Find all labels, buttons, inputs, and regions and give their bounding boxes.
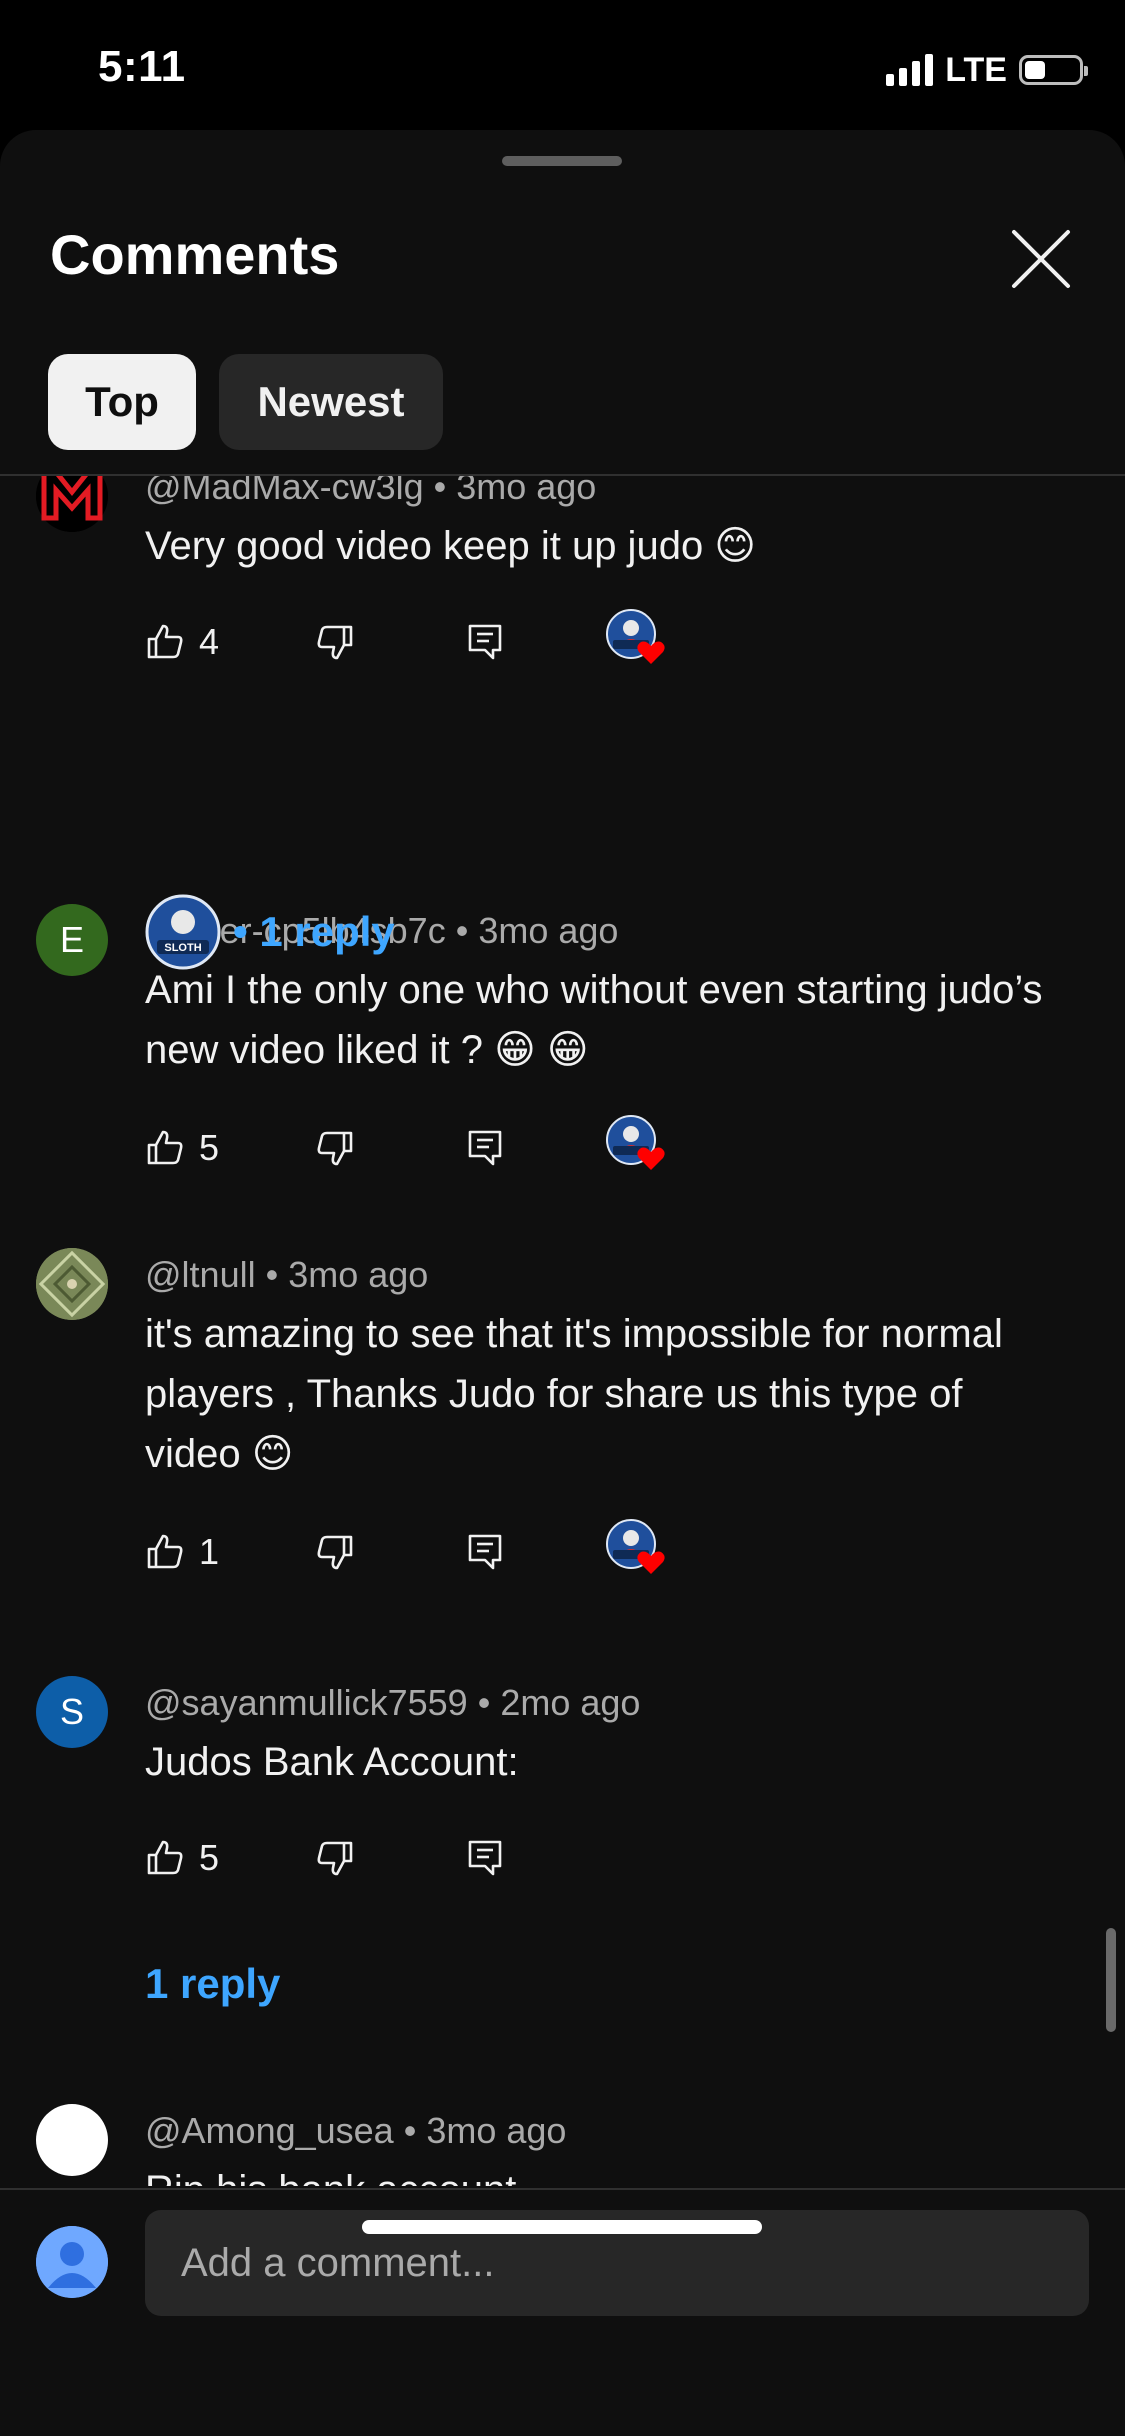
comment-meta: @Among_usea • 3mo ago xyxy=(145,2110,567,2151)
avatar[interactable] xyxy=(36,476,108,532)
creator-heart-icon xyxy=(606,609,665,664)
comment-time: 2mo ago xyxy=(500,1682,641,1723)
comment-author[interactable]: @Among_usea xyxy=(145,2110,394,2151)
comment-meta: @ltnull • 3mo ago xyxy=(145,1254,429,1295)
thumbs-down-icon xyxy=(317,1535,353,1570)
reply-icon xyxy=(468,1130,502,1166)
comment-actions: 1 xyxy=(145,1519,745,1582)
comment-actions: 4 xyxy=(145,609,745,672)
comment-author[interactable]: @ltnull xyxy=(145,1254,256,1295)
status-time: 5:11 xyxy=(98,42,186,91)
comment-text: Rip his bank account xyxy=(145,2160,1045,2186)
comment-time: 3mo ago xyxy=(478,910,619,951)
avatar[interactable]: S xyxy=(36,1676,108,1748)
comment-meta: @sayanmullick7559 • 2mo ago xyxy=(145,1682,641,1723)
dislike-button[interactable] xyxy=(315,1522,355,1582)
comment-author[interactable]: @MadMax-cw3lg xyxy=(145,476,424,507)
close-button[interactable] xyxy=(1008,226,1074,292)
comment-time: 3mo ago xyxy=(288,1254,429,1295)
thumbs-down-icon xyxy=(317,1841,353,1876)
comment-text: Ami I the only one who without even star… xyxy=(145,968,1043,1072)
avatar[interactable] xyxy=(36,2104,108,2176)
reply-button[interactable] xyxy=(465,1828,505,1888)
sheet-title: Comments xyxy=(50,223,340,286)
comment-actions: 5 xyxy=(145,1115,745,1178)
drag-handle[interactable] xyxy=(502,156,622,166)
tab-newest[interactable]: Newest xyxy=(219,354,443,450)
avatar[interactable]: E xyxy=(36,904,108,976)
reply-button[interactable] xyxy=(465,1118,505,1178)
home-indicator[interactable] xyxy=(362,2220,762,2234)
comment-text: Judos Bank Account: xyxy=(145,1740,519,1784)
status-bar: 5:11 LTE xyxy=(0,0,1125,130)
thumbs-up-icon xyxy=(147,1534,183,1569)
scrollbar-thumb[interactable] xyxy=(1106,1928,1116,2032)
avatar[interactable] xyxy=(36,1248,108,1320)
creator-heart xyxy=(605,1110,675,1180)
view-replies-link[interactable]: 1 reply xyxy=(145,1960,280,2008)
thumbs-down-icon xyxy=(317,1131,353,1166)
like-button[interactable]: 5 xyxy=(145,1118,219,1178)
comment-text: it's amazing to see that it's impossible… xyxy=(145,1312,1003,1476)
comment-time: 3mo ago xyxy=(456,476,597,507)
status-indicators: LTE xyxy=(886,48,1088,92)
comments-list[interactable]: @MadMax-cw3lg • 3mo ago Very good video … xyxy=(0,476,1125,2186)
dislike-button[interactable] xyxy=(315,1118,355,1178)
like-count: 1 xyxy=(199,1531,220,1572)
creator-heart xyxy=(605,1514,675,1584)
reply-button[interactable] xyxy=(465,1522,505,1582)
comments-sheet: Comments Top Newest @MadMax-cw3lg • 3mo … xyxy=(0,130,1125,2436)
close-icon xyxy=(1012,230,1070,288)
like-count: 5 xyxy=(199,1837,220,1878)
reply-icon xyxy=(468,1534,502,1570)
like-button[interactable]: 5 xyxy=(145,1828,219,1888)
view-replies-link[interactable]: SLOTH • 1 reply xyxy=(145,894,395,970)
dislike-button[interactable] xyxy=(315,612,355,672)
comment-meta: @MadMax-cw3lg • 3mo ago xyxy=(145,476,596,508)
creator-heart-icon xyxy=(606,1519,665,1574)
creator-heart xyxy=(605,604,675,674)
network-type: LTE xyxy=(945,50,1007,89)
reply-icon xyxy=(468,624,502,660)
thumbs-up-icon xyxy=(147,624,183,659)
like-button[interactable]: 4 xyxy=(145,612,219,672)
reply-count[interactable]: • 1 reply xyxy=(233,908,395,956)
thumbs-up-icon xyxy=(147,1840,183,1875)
comment-time: 3mo ago xyxy=(426,2110,567,2151)
creator-badge-label: SLOTH xyxy=(164,942,201,954)
madmax-logo-icon xyxy=(36,476,108,532)
comment-actions: 5 xyxy=(145,1828,745,1888)
creator-avatar-icon: SLOTH xyxy=(145,894,221,970)
comment-text: Very good video keep it up judo 😊 xyxy=(145,524,756,568)
dislike-button[interactable] xyxy=(315,1828,355,1888)
signal-icon xyxy=(886,54,934,86)
like-count: 5 xyxy=(199,1127,220,1168)
thumbs-up-icon xyxy=(147,1130,183,1165)
tab-top[interactable]: Top xyxy=(48,354,196,450)
map-pattern-icon xyxy=(36,1248,108,1320)
like-count: 4 xyxy=(199,621,220,662)
like-button[interactable]: 1 xyxy=(145,1522,219,1582)
reply-button[interactable] xyxy=(465,612,505,672)
user-avatar[interactable] xyxy=(36,2226,108,2298)
creator-heart-icon xyxy=(606,1115,665,1170)
user-icon xyxy=(36,2226,108,2298)
reply-icon xyxy=(468,1840,502,1876)
comment-author[interactable]: @sayanmullick7559 xyxy=(145,1682,468,1723)
battery-icon xyxy=(1019,55,1088,85)
thumbs-down-icon xyxy=(317,625,353,660)
